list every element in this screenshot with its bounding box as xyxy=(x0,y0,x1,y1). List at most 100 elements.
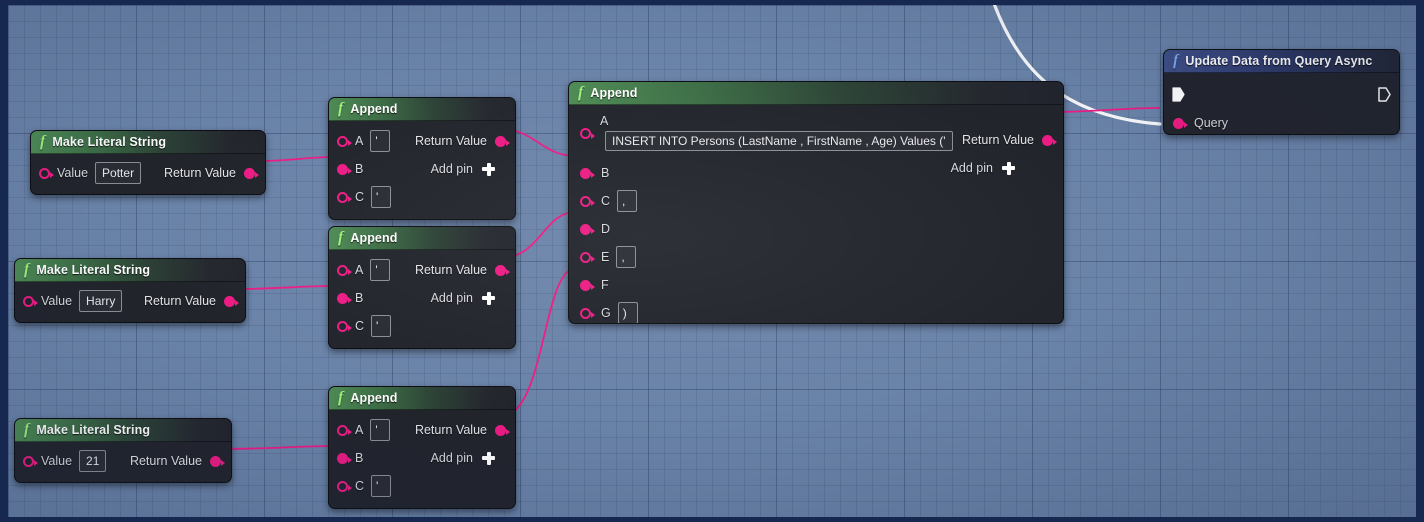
node-body: A ' B C ' Return Value Add pin xyxy=(329,121,515,219)
value-input-field[interactable]: Potter xyxy=(95,162,142,184)
value-input-field-a[interactable]: INSERT INTO Persons (LastName , FirstNam… xyxy=(605,131,953,151)
input-pin-c[interactable] xyxy=(580,195,595,207)
node-append-2[interactable]: f Append A ' B C ' Return Value Add pin xyxy=(328,226,516,349)
output-stack: Return Value Add pin xyxy=(415,416,515,472)
node-title: Make Literal String xyxy=(52,135,167,149)
output-pin-return-value[interactable] xyxy=(210,455,225,467)
value-input-field-a[interactable]: ' xyxy=(370,259,391,281)
pin-label-b: B xyxy=(601,166,610,180)
pin-label-g: G xyxy=(601,306,611,320)
wire-main-to-update-query xyxy=(1047,107,1161,113)
function-icon: f xyxy=(578,84,584,101)
pin-label-a: A xyxy=(355,134,364,148)
input-pin-d[interactable] xyxy=(580,223,595,235)
pin-row-g: G ) xyxy=(569,299,1063,323)
value-input-field[interactable]: Harry xyxy=(79,290,122,312)
output-pin-return-value[interactable] xyxy=(495,135,510,147)
node-append-1[interactable]: f Append A ' B C ' Return Value Add pin xyxy=(328,97,516,220)
input-pin-c[interactable] xyxy=(337,320,352,332)
function-icon: f xyxy=(338,389,344,406)
node-header[interactable]: f Make Literal String xyxy=(15,259,245,282)
value-input-field-a[interactable]: ' xyxy=(370,130,391,152)
output-pin-return-value[interactable] xyxy=(495,424,510,436)
output-pin-return-value[interactable] xyxy=(224,295,239,307)
node-header[interactable]: f Make Literal String xyxy=(31,131,265,154)
add-pin-button[interactable]: Add pin xyxy=(951,154,1063,182)
node-header[interactable]: f Append xyxy=(569,82,1063,105)
pin-row-e: E , xyxy=(569,243,1063,271)
pin-row-return-value: Return Value xyxy=(415,127,515,155)
node-append-main[interactable]: f Append A INSERT INTO Persons (LastName… xyxy=(568,81,1064,324)
add-pin-button[interactable]: Add pin xyxy=(431,444,515,472)
input-pin-value[interactable] xyxy=(39,167,54,179)
input-pin-g[interactable] xyxy=(580,307,595,319)
input-pin-a[interactable] xyxy=(337,264,352,276)
pin-label-value: Value xyxy=(41,454,73,468)
value-input-field-a[interactable]: ' xyxy=(370,419,391,441)
add-pin-button[interactable]: Add pin xyxy=(431,155,515,183)
input-pin-f[interactable] xyxy=(580,279,595,291)
node-title: Update Data from Query Async xyxy=(1185,54,1373,68)
input-pin-a[interactable] xyxy=(337,424,352,436)
node-body: Value Harry Return Value xyxy=(15,282,245,322)
node-title: Append xyxy=(350,231,398,245)
input-pin-c[interactable] xyxy=(337,480,352,492)
node-body: A INSERT INTO Persons (LastName , FirstN… xyxy=(569,105,1063,323)
pin-label-value: Value xyxy=(41,294,73,308)
output-pin-return-value[interactable] xyxy=(244,167,259,179)
input-pin-value[interactable] xyxy=(23,455,38,467)
input-pin-e[interactable] xyxy=(580,251,595,263)
pin-label-a: A xyxy=(600,114,609,128)
add-pin-label: Add pin xyxy=(950,161,993,175)
value-input-field-c[interactable]: , xyxy=(617,190,638,212)
pin-label-c: C xyxy=(601,194,611,208)
exec-output-pin[interactable] xyxy=(1378,86,1391,102)
value-input-field-c[interactable]: ' xyxy=(371,315,392,337)
pin-row-value: Value Harry Return Value xyxy=(15,286,245,316)
output-pin-label-return-value: Return Value xyxy=(414,263,487,277)
output-pin-return-value[interactable] xyxy=(495,264,510,276)
wire-mls1-to-append1-b xyxy=(258,156,337,162)
node-header[interactable]: f Make Literal String xyxy=(15,419,231,442)
pin-label-b: B xyxy=(355,291,364,305)
node-body: Query xyxy=(1164,73,1399,134)
pin-row-query: Query xyxy=(1164,109,1399,134)
value-input-field-c[interactable]: ' xyxy=(371,475,392,497)
input-pin-b[interactable] xyxy=(337,163,352,175)
input-pin-b[interactable] xyxy=(337,452,352,464)
node-append-3[interactable]: f Append A ' B C ' Return Value Add pin xyxy=(328,386,516,509)
node-update-data-from-query-async[interactable]: f Update Data from Query Async Query xyxy=(1163,49,1400,135)
input-pin-query[interactable] xyxy=(1173,117,1188,129)
pin-label-a: A xyxy=(355,423,364,437)
node-make-literal-string-3[interactable]: f Make Literal String Value 21 Return Va… xyxy=(14,418,232,483)
plus-icon xyxy=(1002,161,1015,175)
value-input-field[interactable]: 21 xyxy=(79,450,107,472)
value-input-field-e[interactable]: , xyxy=(616,246,637,268)
input-pin-a[interactable] xyxy=(580,128,595,139)
function-icon: f xyxy=(1173,52,1179,69)
node-header[interactable]: f Append xyxy=(329,98,515,121)
input-pin-value[interactable] xyxy=(23,295,38,307)
output-pin-return-value[interactable] xyxy=(1042,134,1057,146)
node-header[interactable]: f Update Data from Query Async xyxy=(1164,50,1399,73)
output-pin-label-return-value: Return Value xyxy=(163,166,236,180)
node-make-literal-string-1[interactable]: f Make Literal String Value Potter Retur… xyxy=(30,130,266,195)
add-pin-button[interactable]: Add pin xyxy=(431,284,515,312)
output-stack: Return Value Add pin xyxy=(415,127,515,183)
pin-row-return-value: Return Value xyxy=(415,256,515,284)
value-input-field-c[interactable]: ' xyxy=(371,186,392,208)
input-pin-c[interactable] xyxy=(337,191,352,203)
value-input-field-g[interactable]: ) xyxy=(617,302,638,323)
pin-row-value: Value Potter Return Value xyxy=(31,158,265,188)
pin-label-c: C xyxy=(355,190,365,204)
input-pin-a[interactable] xyxy=(337,135,352,147)
node-make-literal-string-2[interactable]: f Make Literal String Value Harry Return… xyxy=(14,258,246,323)
node-header[interactable]: f Append xyxy=(329,227,515,250)
input-pin-b[interactable] xyxy=(580,167,595,179)
blueprint-graph-canvas[interactable]: f Make Literal String Value Potter Retur… xyxy=(8,5,1416,517)
exec-input-pin[interactable] xyxy=(1172,86,1185,102)
input-pin-b[interactable] xyxy=(337,292,352,304)
pin-row-c: C , xyxy=(569,187,1063,215)
node-header[interactable]: f Append xyxy=(329,387,515,410)
function-icon: f xyxy=(338,100,344,117)
